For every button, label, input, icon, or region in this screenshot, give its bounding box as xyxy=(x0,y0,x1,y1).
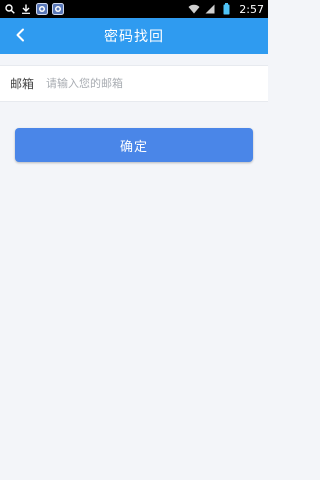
status-bar: 2:57 xyxy=(0,0,268,18)
app-notification-icon xyxy=(36,3,48,15)
status-bar-right: 2:57 xyxy=(188,3,264,16)
search-icon xyxy=(4,3,16,15)
confirm-button[interactable]: 确定 xyxy=(15,128,253,162)
battery-icon xyxy=(220,3,232,15)
app-bar: 密码找回 xyxy=(0,18,268,54)
email-row: 邮箱 xyxy=(0,65,268,102)
status-time: 2:57 xyxy=(239,2,264,16)
page-title: 密码找回 xyxy=(104,29,164,45)
email-label: 邮箱 xyxy=(10,77,35,91)
download-icon xyxy=(20,3,32,15)
status-bar-left xyxy=(4,3,64,15)
email-field[interactable] xyxy=(46,66,268,101)
back-button[interactable] xyxy=(8,18,32,54)
wifi-icon xyxy=(188,3,200,15)
app-notification-icon xyxy=(52,3,64,15)
chevron-left-icon xyxy=(15,27,25,46)
signal-icon xyxy=(204,3,216,15)
